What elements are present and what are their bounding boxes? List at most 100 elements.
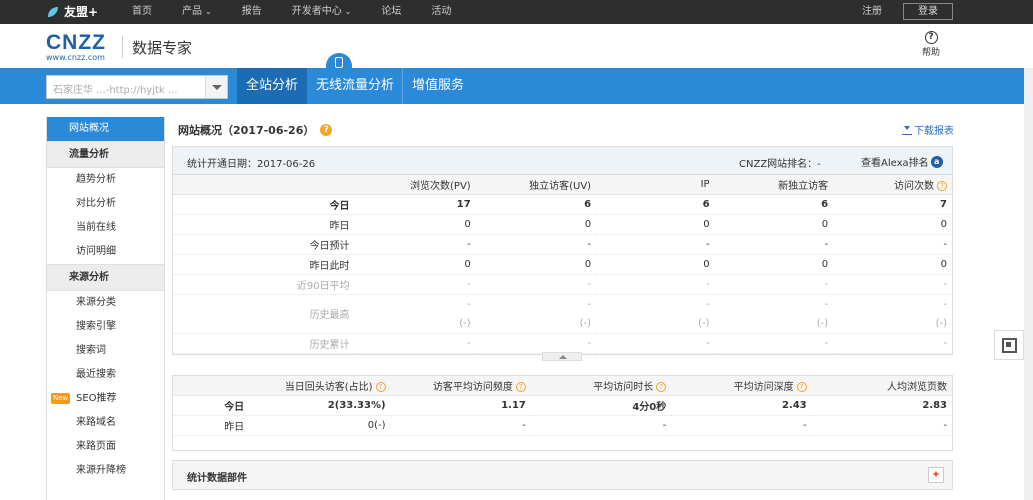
sidebar-item[interactable]: 来路域名	[47, 411, 164, 435]
cell-line: (-)	[816, 317, 829, 329]
help-label: 帮助	[921, 48, 940, 58]
sidebar-item-label: 来路域名	[76, 417, 116, 428]
page-brand-title: 数据专家	[132, 39, 193, 57]
table-cell: - (-)	[475, 294, 597, 334]
overview-panel: 统计开通日期：2017-06-26 CNZZ网站排名：- 查看Alexa排名 a…	[172, 146, 953, 355]
sidebar: 网站概况流量分析趋势分析 对比分析 当前在线 访问明细 来源分析 来源分类 搜索引擎 搜索词最…	[46, 117, 165, 500]
table-cell: 2(33.33%)	[250, 395, 391, 416]
cnzz-logo[interactable]: CNZZ www.cnzz.com	[46, 31, 106, 62]
sidebar-item[interactable]: 来路页面	[47, 435, 164, 459]
tab-site-analysis[interactable]: 全站分析	[237, 68, 307, 104]
row-label: 今日	[173, 395, 251, 416]
sidebar-group-header[interactable]: 流量分析	[47, 141, 164, 168]
table-cell: -	[833, 333, 952, 354]
row-label: 今日预计	[173, 234, 356, 255]
top-nav-label: 论坛	[381, 6, 402, 17]
table-cell: -	[596, 274, 715, 295]
help-button[interactable]: ? 帮助	[918, 31, 944, 58]
table-cell: -	[475, 234, 597, 255]
column-header: 浏览次数(PV)	[355, 175, 476, 195]
column-header: 平均访问时长?	[530, 376, 672, 396]
qr-code-button[interactable]	[994, 330, 1024, 360]
cnzz-logo-text: CNZZ	[46, 31, 106, 54]
help-question-icon[interactable]: ?	[796, 381, 807, 392]
table-cell: - (-)	[714, 294, 834, 334]
table-cell: - (-)	[833, 294, 952, 334]
table-cell: 6	[714, 194, 834, 215]
sidebar-item[interactable]: 搜索引擎	[47, 315, 164, 339]
table-cell: 4分0秒	[530, 395, 672, 416]
sidebar-item[interactable]: 网站概况	[47, 117, 164, 141]
chevron-down-icon[interactable]	[205, 76, 227, 98]
table-cell: - (-)	[355, 294, 476, 334]
top-nav-label: 开发者中心	[291, 6, 342, 17]
table-cell: 0	[475, 214, 597, 235]
login-button[interactable]: 登录	[903, 3, 953, 20]
top-nav-item[interactable]: 首页	[132, 0, 152, 24]
top-nav-item[interactable]: 活动	[431, 0, 451, 24]
umeng-leaf-icon	[48, 6, 58, 17]
help-question-icon[interactable]: ?	[375, 381, 386, 392]
column-header-label: 平均访问深度	[733, 381, 794, 393]
table-cell: -	[714, 333, 834, 354]
top-nav-item[interactable]: 论坛	[381, 0, 401, 24]
sidebar-item[interactable]: 搜索词	[47, 339, 164, 363]
sidebar-item[interactable]: 来源升降榜	[47, 459, 164, 483]
top-nav-item[interactable]: 开发者中心 ⌄	[292, 0, 352, 24]
tab-label: 全站分析	[245, 78, 298, 93]
alexa-rank-link[interactable]: 查看Alexa排名 a	[861, 154, 943, 169]
download-report-link[interactable]: 下载报表	[902, 122, 954, 137]
top-nav-label: 首页	[132, 6, 152, 17]
top-nav-item[interactable]: 产品 ⌄	[182, 0, 212, 24]
top-nav-item[interactable]: 报告	[242, 0, 262, 24]
table-cell: 0	[833, 254, 952, 275]
header: CNZZ www.cnzz.com 数据专家 ? 帮助	[0, 24, 1033, 68]
phone-icon	[335, 57, 343, 68]
chevron-down-icon: ⌄	[344, 7, 352, 16]
collapse-toggle[interactable]	[542, 352, 582, 361]
table-cell: -	[596, 333, 715, 354]
cnzz-logo-url: www.cnzz.com	[46, 53, 105, 62]
sidebar-item-label: 网站概况	[69, 123, 109, 134]
sidebar-item[interactable]: 最近搜索	[47, 363, 164, 387]
table-cell: -	[811, 415, 952, 436]
cell-line: -	[705, 298, 710, 310]
sidebar-item[interactable]: 来源分类	[47, 291, 164, 315]
sidebar-group-header[interactable]: 来源分析	[47, 264, 164, 291]
register-link[interactable]: 注册	[862, 0, 882, 24]
row-label: 今日	[173, 194, 356, 215]
column-header: 访问次数?	[833, 175, 952, 195]
sidebar-item[interactable]: 趋势分析	[47, 168, 164, 192]
table-cell: 7	[833, 194, 952, 215]
tab-value-added[interactable]: 增值服务	[403, 68, 473, 104]
table-cell: 0(-)	[250, 415, 391, 436]
column-header-label: 新独立访客	[778, 180, 829, 192]
sidebar-item-label: SEO推荐	[76, 393, 117, 404]
cell-line: (-)	[579, 317, 592, 329]
help-question-icon[interactable]: ?	[937, 180, 947, 191]
sidebar-item[interactable]: New SEO推荐	[47, 387, 164, 411]
sidebar-item-label: 来源升降榜	[76, 465, 126, 476]
help-question-icon[interactable]: ?	[320, 124, 333, 136]
table-cell: 0	[833, 214, 952, 235]
table-cell: - (-)	[596, 294, 715, 334]
column-header-label: 访客平均访问频度	[432, 381, 513, 393]
sidebar-item-label: 流量分析	[69, 149, 109, 160]
table-cell: -	[530, 415, 672, 436]
umeng-logo[interactable]: 友盟+	[46, 3, 98, 20]
site-selector[interactable]: 石家庄华 ...-http://hyjtk ...	[46, 75, 228, 99]
sidebar-item[interactable]: 访问明细	[47, 240, 164, 264]
help-question-icon[interactable]: ?	[515, 381, 526, 392]
help-question-icon[interactable]: ?	[656, 381, 667, 392]
chevron-down-icon: ⌄	[205, 7, 212, 16]
sidebar-item-label: 来路页面	[76, 441, 116, 452]
overview-table: 浏览次数(PV) 独立访客(UV) IP 新独立访客 访问次数? 今日 17 6 6 6 7 昨日 0 0…	[173, 175, 952, 354]
scrollbar[interactable]	[1024, 68, 1033, 500]
table-cell: -	[596, 234, 715, 255]
tab-mobile-traffic[interactable]: 无线流量分析	[307, 68, 403, 104]
column-header: 新独立访客	[714, 175, 834, 195]
table-cell: -	[475, 274, 597, 295]
sidebar-item[interactable]: 当前在线	[47, 216, 164, 240]
sidebar-item[interactable]: 对比分析	[47, 192, 164, 216]
pin-icon[interactable]: ✦	[928, 467, 944, 483]
